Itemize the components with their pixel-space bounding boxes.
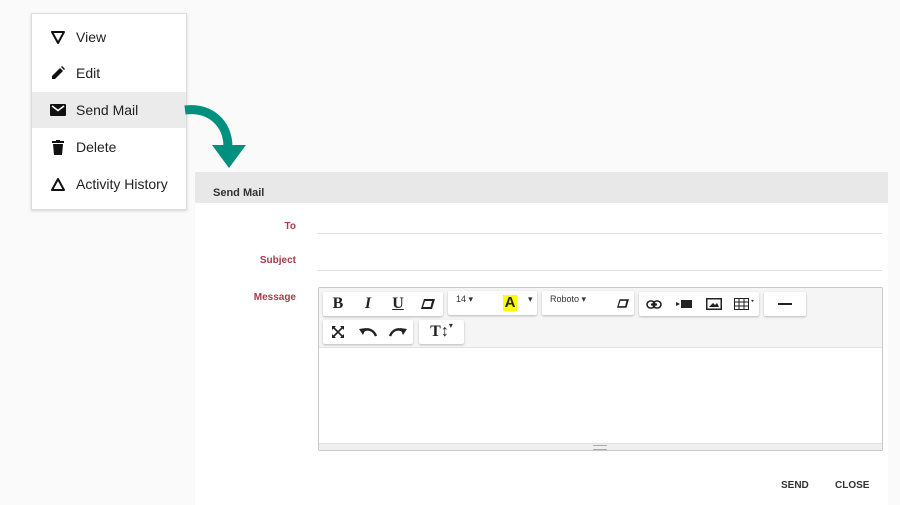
horizontal-rule-icon bbox=[778, 303, 792, 305]
view-triangle-down-icon bbox=[50, 29, 66, 45]
undo-button[interactable] bbox=[353, 321, 383, 343]
font-style-group: B I U bbox=[323, 292, 443, 316]
trash-icon bbox=[50, 139, 66, 155]
mail-icon bbox=[50, 102, 66, 118]
send-button[interactable]: SEND bbox=[781, 480, 809, 491]
view-history-group bbox=[323, 320, 413, 344]
horizontal-rule-button[interactable] bbox=[764, 293, 806, 315]
font-size-select[interactable]: 14 ▾ bbox=[448, 291, 497, 307]
dialog-header: Send Mail bbox=[195, 172, 888, 203]
fullscreen-icon bbox=[332, 326, 344, 338]
underline-button[interactable]: U bbox=[383, 293, 413, 315]
font-name-select[interactable]: Roboto ▾ bbox=[542, 291, 612, 307]
message-body[interactable] bbox=[319, 348, 882, 443]
eraser-icon bbox=[617, 298, 629, 308]
menu-item-label: View bbox=[76, 29, 107, 45]
subject-label: Subject bbox=[259, 255, 296, 266]
menu-item-label: Activity History bbox=[76, 176, 168, 192]
menu-item-label: Send Mail bbox=[76, 102, 139, 118]
undo-icon bbox=[359, 328, 377, 337]
message-label: Message bbox=[253, 292, 296, 303]
close-button[interactable]: CLOSE bbox=[835, 480, 869, 491]
menu-item-label: Edit bbox=[76, 65, 101, 81]
highlight-dropdown[interactable]: ▾ bbox=[524, 291, 538, 307]
text-height-group: T↕ ▾ bbox=[419, 320, 464, 344]
link-button[interactable] bbox=[639, 293, 669, 315]
highlight-a-icon: A bbox=[502, 294, 518, 311]
menu-item-send-mail[interactable]: Send Mail bbox=[32, 92, 186, 128]
clear-format-button[interactable] bbox=[413, 293, 443, 315]
subject-input[interactable] bbox=[317, 270, 882, 271]
context-menu: View Edit Send Mail Delete Activity Hist… bbox=[31, 13, 187, 210]
table-icon bbox=[734, 298, 754, 310]
menu-item-edit[interactable]: Edit bbox=[32, 55, 186, 91]
redo-button[interactable] bbox=[383, 321, 413, 343]
text-height-icon: T↕ bbox=[430, 323, 449, 340]
menu-item-label: Delete bbox=[76, 139, 117, 155]
to-input[interactable] bbox=[317, 233, 882, 234]
message-editor: B I U 14 ▾ A ▾ Roboto ▾ T↕ ▾ bbox=[318, 287, 883, 451]
video-icon bbox=[676, 300, 692, 308]
video-button[interactable] bbox=[669, 293, 699, 315]
table-button[interactable] bbox=[729, 293, 759, 315]
font-size-value: 14 bbox=[456, 294, 467, 304]
redo-icon bbox=[389, 328, 407, 337]
grip-icon bbox=[593, 445, 607, 450]
clear-font-button[interactable] bbox=[612, 292, 634, 314]
menu-item-delete[interactable]: Delete bbox=[32, 129, 186, 165]
triangle-up-icon bbox=[50, 176, 66, 192]
menu-item-view[interactable]: View bbox=[32, 19, 186, 55]
italic-button[interactable]: I bbox=[353, 293, 383, 315]
editor-resize-handle[interactable] bbox=[319, 443, 882, 450]
pencil-icon bbox=[50, 65, 66, 81]
font-name-value: Roboto bbox=[550, 294, 580, 304]
size-color-group: 14 ▾ A ▾ bbox=[448, 291, 537, 315]
curved-arrow-icon bbox=[184, 105, 246, 168]
menu-item-activity-history[interactable]: Activity History bbox=[32, 166, 186, 202]
line-height-button[interactable]: T↕ ▾ bbox=[419, 321, 464, 343]
eraser-icon bbox=[421, 299, 435, 309]
image-button[interactable] bbox=[699, 293, 729, 315]
image-icon bbox=[706, 298, 722, 310]
send-mail-dialog: Send Mail To Subject Message B I U 14 ▾ bbox=[195, 172, 888, 505]
editor-toolbar: B I U 14 ▾ A ▾ Roboto ▾ T↕ ▾ bbox=[319, 288, 882, 348]
highlight-color-button[interactable]: A bbox=[497, 292, 524, 314]
fullscreen-button[interactable] bbox=[323, 321, 353, 343]
font-name-group: Roboto ▾ bbox=[542, 291, 634, 315]
hr-group bbox=[764, 292, 806, 316]
bold-button[interactable]: B bbox=[323, 293, 353, 315]
link-icon bbox=[646, 299, 662, 309]
dialog-title: Send Mail bbox=[213, 187, 265, 199]
to-label: To bbox=[284, 221, 296, 232]
insert-group bbox=[639, 292, 759, 316]
